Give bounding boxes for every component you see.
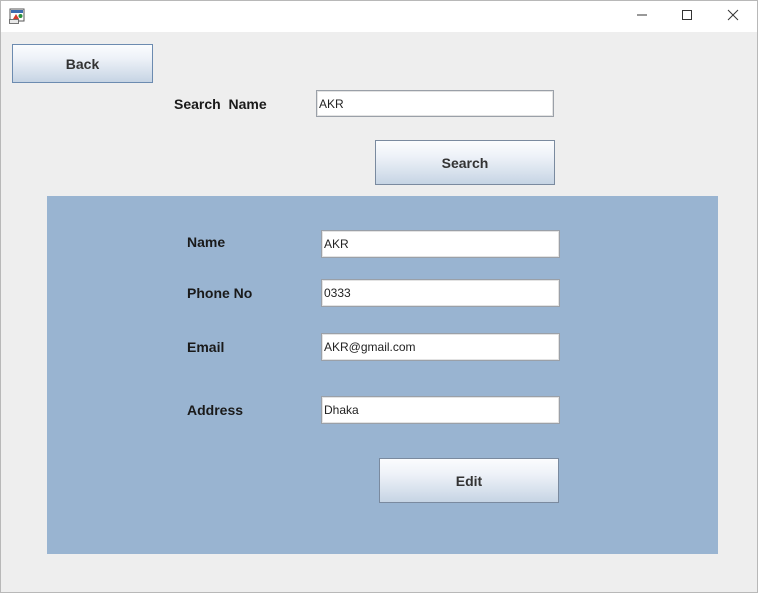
email-label: Email [187, 339, 225, 355]
back-button[interactable]: Back [12, 44, 153, 83]
title-bar[interactable] [1, 1, 757, 32]
minimize-icon [636, 8, 648, 26]
close-icon [727, 8, 739, 26]
edit-button[interactable]: Edit [379, 458, 559, 503]
name-label: Name [187, 234, 226, 250]
address-label: Address [187, 402, 244, 418]
details-panel: Name Phone No Email Address Edit [47, 196, 718, 554]
search-name-label: Search Name [174, 96, 267, 112]
address-field[interactable] [321, 396, 560, 424]
maximize-button[interactable] [664, 1, 710, 32]
phone-field[interactable] [321, 279, 560, 307]
app-window: Back Search Name Search Name Phone No Em… [0, 0, 758, 593]
java-app-icon [9, 7, 26, 24]
email-field[interactable] [321, 333, 560, 361]
search-button[interactable]: Search [375, 140, 555, 185]
name-field[interactable] [321, 230, 560, 258]
maximize-icon [681, 8, 693, 26]
content-pane: Back Search Name Search Name Phone No Em… [1, 32, 757, 592]
search-name-input[interactable] [316, 90, 554, 117]
minimize-button[interactable] [619, 1, 665, 32]
phone-label: Phone No [187, 285, 253, 301]
close-button[interactable] [710, 1, 756, 32]
